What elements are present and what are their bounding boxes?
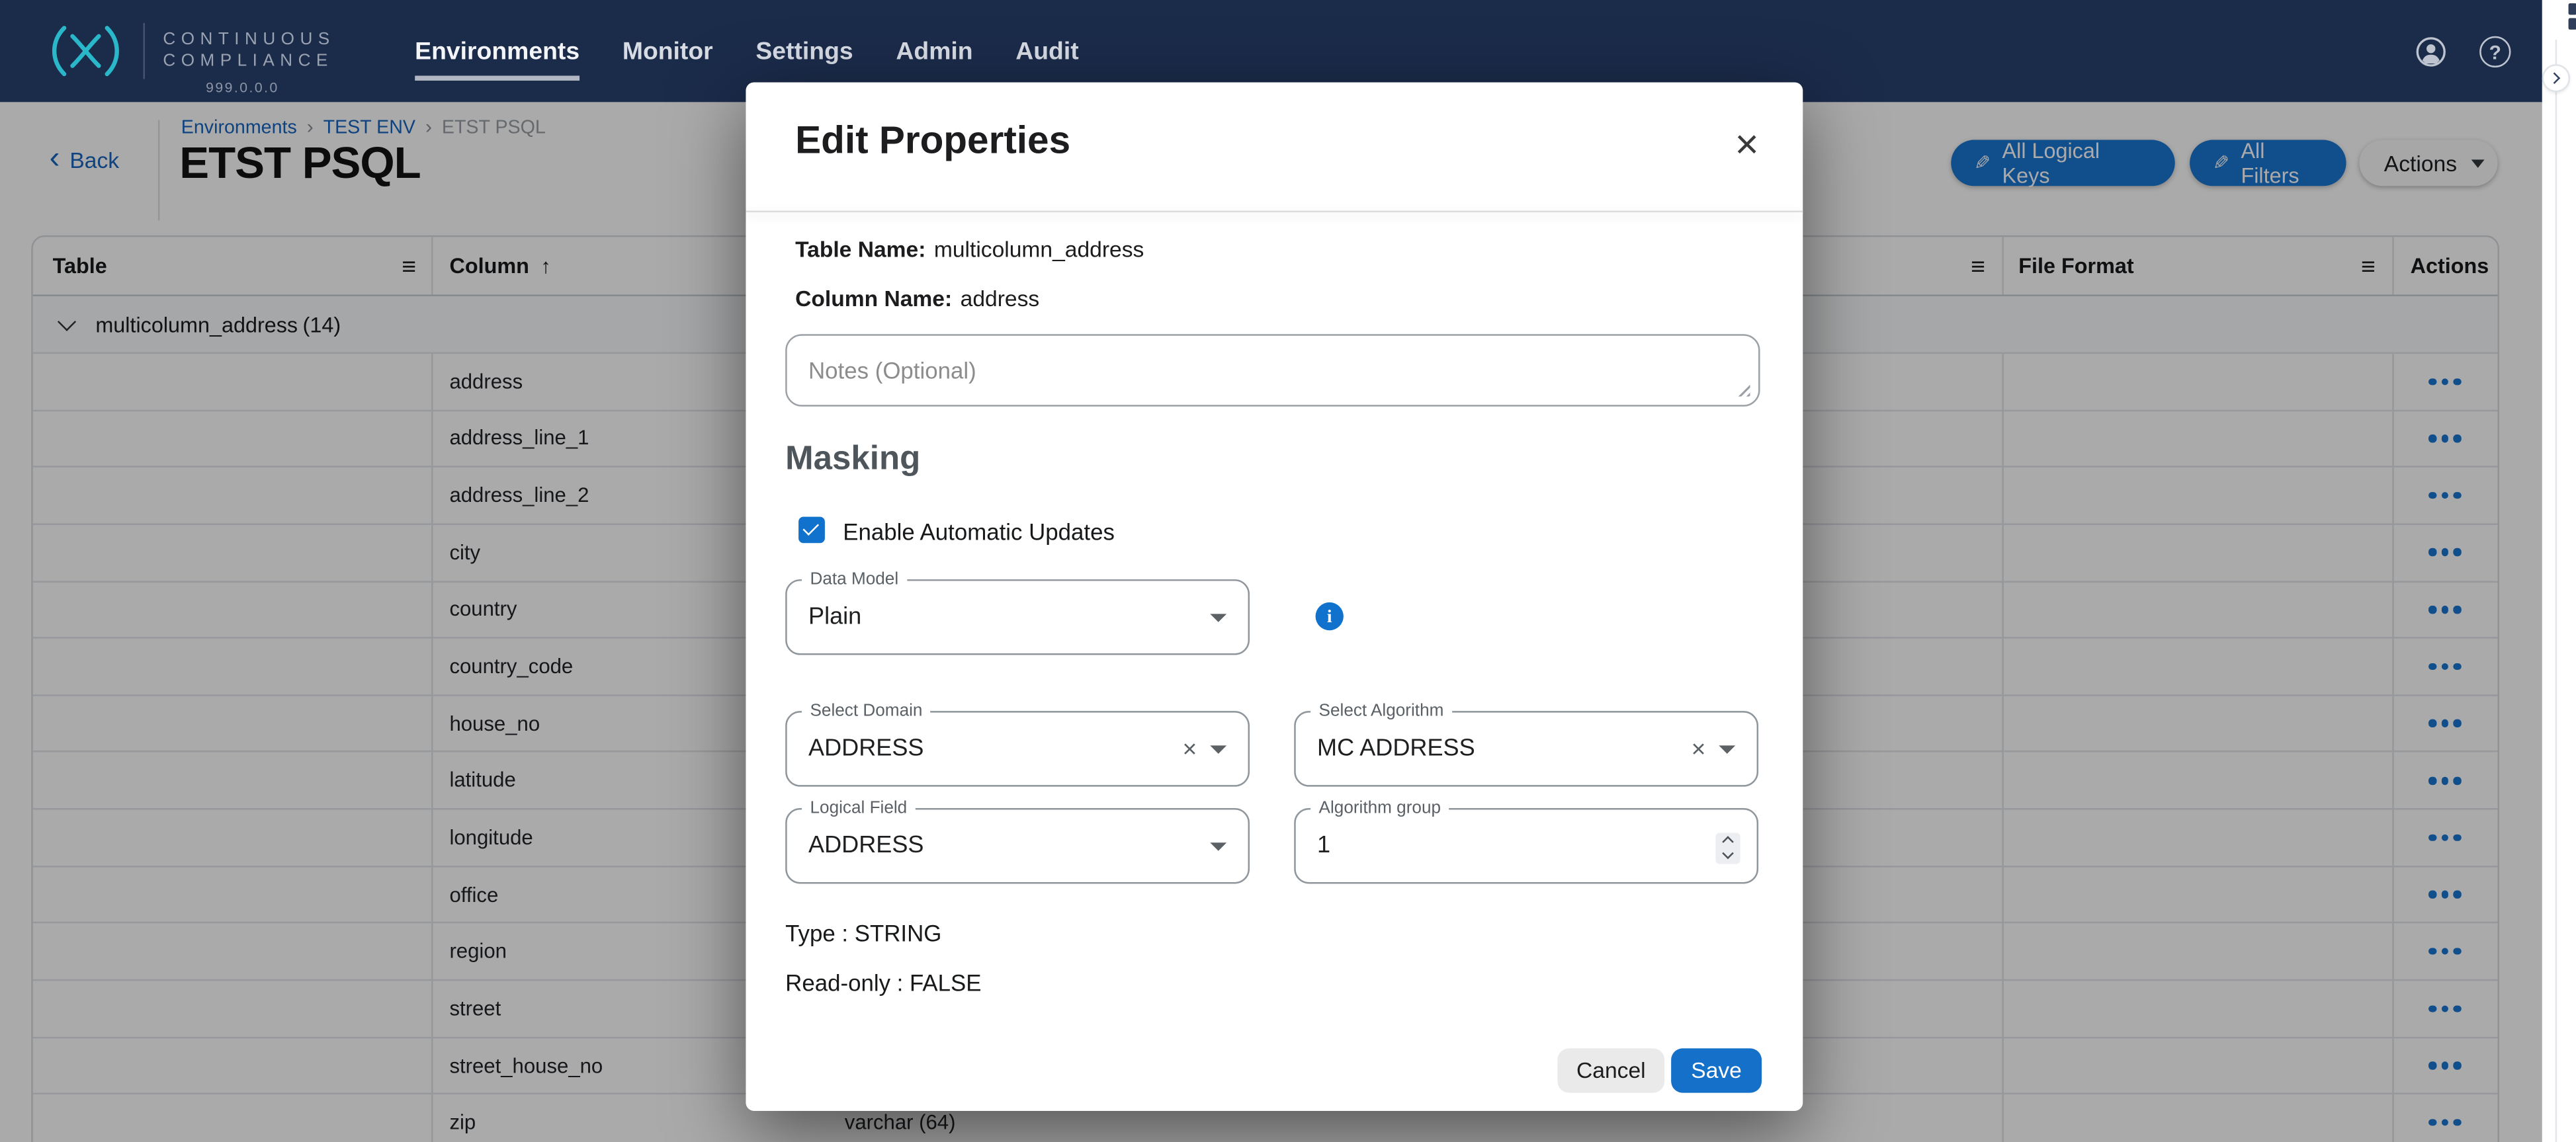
notes-field-wrapper	[785, 334, 1760, 407]
clear-icon[interactable]: ×	[1183, 713, 1197, 786]
account-icon[interactable]	[2415, 36, 2446, 67]
question-mark-glyph: ?	[2489, 40, 2501, 63]
enable-automatic-updates-label: Enable Automatic Updates	[843, 518, 1115, 545]
logical-field-select[interactable]: Logical Field ADDRESS	[785, 808, 1250, 883]
dropdown-caret-icon[interactable]	[1210, 614, 1226, 622]
algorithm-group-input[interactable]: Algorithm group 1	[1294, 808, 1758, 883]
stepper-up-icon[interactable]	[1722, 836, 1734, 848]
dropdown-caret-icon[interactable]	[1210, 842, 1226, 850]
help-icon[interactable]: ?	[2479, 36, 2511, 67]
save-button[interactable]: Save	[1671, 1048, 1762, 1092]
nav-item-environments[interactable]: Environments	[415, 0, 580, 102]
column-name-line: Column Name: address	[795, 286, 1039, 311]
edit-properties-modal: Edit Properties × Table Name: multicolum…	[746, 82, 1803, 1111]
drawer-edge-line	[2555, 40, 2557, 1142]
number-stepper[interactable]	[1715, 832, 1740, 863]
select-domain-select[interactable]: Select Domain ADDRESS ×	[785, 711, 1250, 786]
right-drawer-strip	[2542, 0, 2576, 1142]
version-label: 999.0.0.0	[206, 79, 279, 95]
info-glyph: i	[1327, 606, 1332, 626]
dropdown-caret-icon[interactable]	[1719, 745, 1735, 753]
table-name-value: multicolumn_address	[934, 237, 1144, 261]
delphix-logo-icon[interactable]	[44, 24, 126, 77]
close-icon[interactable]: ×	[1724, 122, 1770, 168]
masking-heading: Masking	[785, 440, 920, 479]
chevron-right-icon	[2549, 72, 2561, 84]
modal-title: Edit Properties	[795, 118, 1070, 163]
expand-drawer-button[interactable]	[2542, 64, 2570, 92]
nav-item-monitor[interactable]: Monitor	[623, 0, 713, 102]
dropdown-caret-icon[interactable]	[1210, 745, 1226, 753]
algorithm-group-label: Algorithm group	[1310, 798, 1449, 818]
table-name-line: Table Name: multicolumn_address	[795, 237, 1144, 261]
readonly-text: Read-only : FALSE	[785, 969, 981, 996]
type-text: Type : STRING	[785, 920, 941, 946]
brand-line1: CONTINUOUS	[163, 30, 335, 51]
modal-header-divider	[746, 211, 1803, 212]
cancel-button[interactable]: Cancel	[1557, 1048, 1664, 1092]
select-algorithm-select[interactable]: Select Algorithm MC ADDRESS ×	[1294, 711, 1758, 786]
data-model-value: Plain	[808, 581, 861, 654]
notes-input[interactable]	[787, 336, 1758, 405]
select-algorithm-value: MC ADDRESS	[1317, 713, 1475, 786]
enable-automatic-updates-checkbox[interactable]	[798, 516, 825, 543]
info-icon[interactable]: i	[1316, 602, 1344, 630]
scrollbar-thumb[interactable]	[2569, 18, 2576, 29]
clear-icon[interactable]: ×	[1692, 713, 1706, 786]
brand-text: CONTINUOUS COMPLIANCE	[163, 30, 335, 73]
column-name-value: address	[961, 286, 1040, 311]
brand-line2: COMPLIANCE	[163, 51, 335, 72]
brand-divider	[144, 23, 145, 79]
column-name-label: Column Name:	[795, 286, 952, 311]
screen: ‹ Back Environments › TEST ENV › ETST PS…	[0, 0, 2576, 1142]
select-domain-value: ADDRESS	[808, 713, 923, 786]
table-name-label: Table Name:	[795, 237, 925, 261]
data-model-select[interactable]: Data Model Plain	[785, 579, 1250, 655]
logical-field-value: ADDRESS	[808, 809, 923, 882]
algorithm-group-value: 1	[1317, 809, 1330, 882]
scrollbar-thumb[interactable]	[2569, 3, 2576, 15]
stepper-down-icon[interactable]	[1722, 848, 1734, 860]
